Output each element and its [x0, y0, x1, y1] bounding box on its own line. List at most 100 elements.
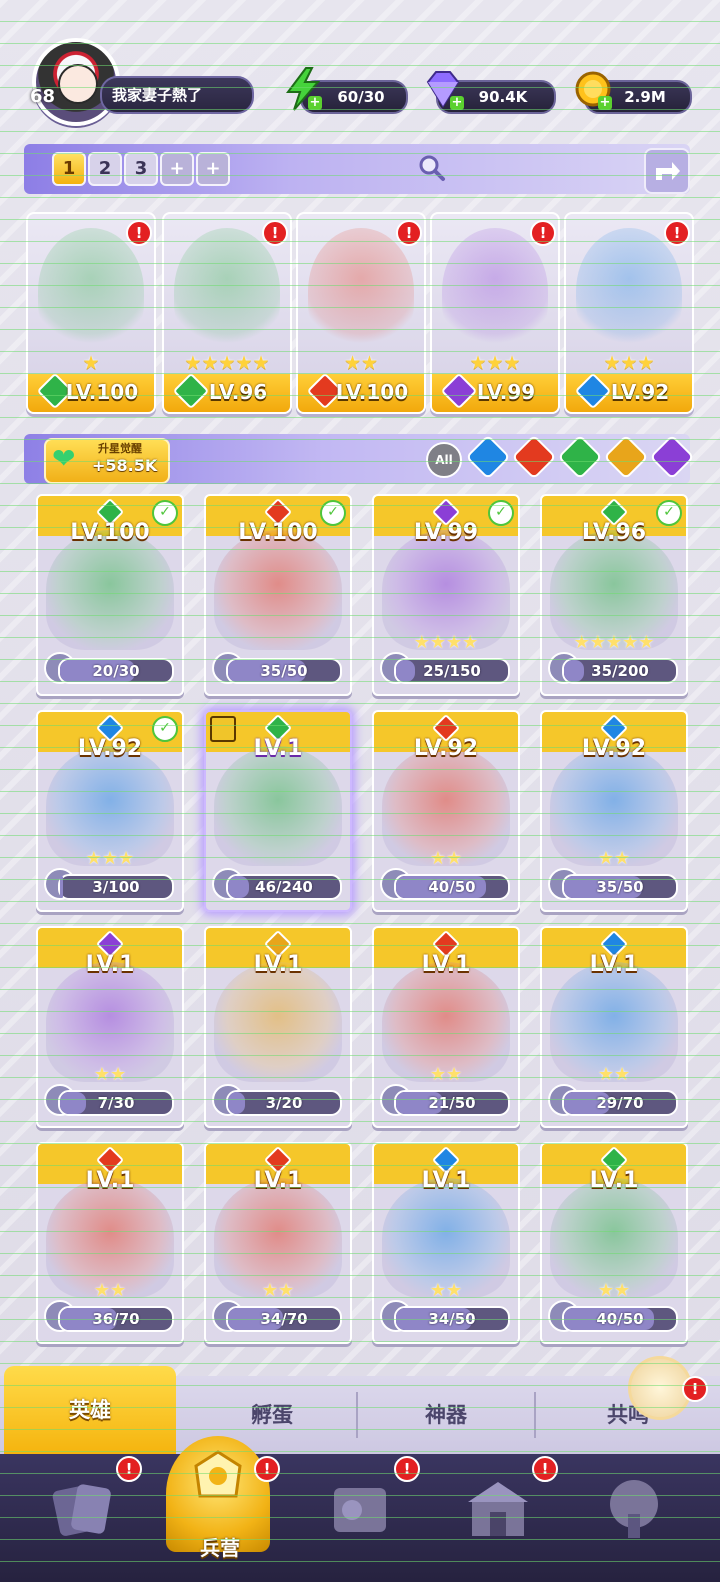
owned-check-icon: ✓	[152, 716, 178, 742]
team-card-level: LV.99	[476, 380, 536, 404]
star-rating: ★★★	[469, 352, 521, 374]
shard-count: 35/200	[591, 662, 649, 680]
shard-count: 25/150	[423, 662, 481, 680]
hero-card[interactable]: LV.1 ★★ 29/70	[540, 926, 688, 1128]
hero-card[interactable]: LV.99 ★★★★ 25/150 ✓	[372, 494, 520, 696]
nav-tree[interactable]	[594, 1470, 674, 1550]
hero-card[interactable]: LV.1 ★★ 34/50	[372, 1142, 520, 1344]
diamond-plus-icon[interactable]: +	[450, 96, 464, 110]
hero-card[interactable]: LV.1 ★★ 34/70	[204, 1142, 352, 1344]
shard-progress: 40/50	[562, 1306, 678, 1332]
hero-card[interactable]: LV.1 ★★ 7/30	[36, 926, 184, 1128]
team-card-level: LV.100	[335, 380, 409, 404]
hero-card[interactable]: LV.100 35/50 ✓	[204, 494, 352, 696]
hero-card[interactable]: LV.1 46/240	[204, 710, 352, 912]
shard-progress: 20/30	[58, 658, 174, 684]
awaken-value: +58.5K	[92, 456, 158, 475]
player-name: 我家妻子熱了	[112, 86, 203, 104]
team-card-level: LV.92	[610, 380, 670, 404]
tree-icon	[610, 1480, 658, 1538]
star-rating: ★★	[597, 1064, 631, 1085]
hero-portrait	[214, 962, 342, 1082]
owned-check-icon: ✓	[656, 500, 682, 526]
team-tab-add-1[interactable]: +	[160, 152, 194, 186]
shard-progress: 7/30	[58, 1090, 174, 1116]
hero-card[interactable]: LV.92 ★★ 40/50	[372, 710, 520, 912]
shard-progress: 40/50	[394, 874, 510, 900]
heart-icon: ❤	[52, 442, 76, 475]
shard-count: 21/50	[428, 1094, 476, 1112]
shard-count: 46/240	[255, 878, 313, 896]
hero-level: LV.92	[413, 736, 479, 761]
diamond-value: 90.4K	[478, 88, 528, 106]
hero-level: LV.1	[589, 1168, 639, 1193]
star-rating: ★★★★★	[184, 352, 270, 374]
gold-plus-icon[interactable]: +	[598, 96, 612, 110]
hero-level: LV.1	[85, 1168, 135, 1193]
shard-progress: 21/50	[394, 1090, 510, 1116]
hero-portrait	[308, 228, 414, 354]
shard-progress: 29/70	[562, 1090, 678, 1116]
star-rating: ★★	[343, 352, 379, 374]
shard-count: 34/50	[428, 1310, 476, 1328]
share-button[interactable]	[644, 148, 690, 194]
owned-check-icon: ✓	[320, 500, 346, 526]
hero-level: LV.1	[421, 1168, 471, 1193]
shard-progress: 36/70	[58, 1306, 174, 1332]
team-tab-add-2[interactable]: +	[196, 152, 230, 186]
star-rating: ★★★★	[413, 632, 479, 653]
barracks-icon	[194, 1450, 242, 1498]
nav-scroll-alert-icon: !	[394, 1456, 420, 1482]
hero-card[interactable]: LV.1 ★★ 21/50	[372, 926, 520, 1128]
shard-progress: 25/150	[394, 658, 510, 684]
nav-cards-alert-icon: !	[116, 1456, 142, 1482]
nav-cards[interactable]	[44, 1470, 124, 1550]
shard-count: 35/50	[596, 878, 644, 896]
team-tab-2[interactable]: 2	[88, 152, 122, 186]
tab-artifacts[interactable]: 神器	[358, 1376, 534, 1454]
shard-count: 40/50	[428, 878, 476, 896]
shard-count: 20/30	[92, 662, 140, 680]
hero-level: LV.1	[253, 1168, 303, 1193]
nav-barracks-alert-icon: !	[254, 1456, 280, 1482]
shard-count: 7/30	[97, 1094, 135, 1112]
hero-card[interactable]: LV.1 ★★ 36/70	[36, 1142, 184, 1344]
resonance-alert-icon: !	[682, 1376, 708, 1402]
shard-count: 36/70	[92, 1310, 140, 1328]
nav-gate-alert-icon: !	[532, 1456, 558, 1482]
shard-count: 35/50	[260, 662, 308, 680]
shard-progress: 34/50	[394, 1306, 510, 1332]
search-icon[interactable]	[416, 152, 446, 182]
team-tab-3[interactable]: 3	[124, 152, 158, 186]
star-rating: ★★★★★	[573, 632, 655, 653]
hero-level: LV.1	[85, 952, 135, 977]
hero-card[interactable]: LV.92 ★★ 35/50	[540, 710, 688, 912]
star-rating: ★★	[261, 1280, 295, 1301]
hero-level: LV.1	[253, 952, 303, 977]
star-rating: ★★★	[603, 352, 655, 374]
hero-card[interactable]: LV.100 20/30 ✓	[36, 494, 184, 696]
hero-card[interactable]: LV.1 ★★ 40/50	[540, 1142, 688, 1344]
hero-portrait	[576, 228, 682, 354]
shard-progress: 46/240	[226, 874, 342, 900]
top-bar: 我家妻子熱了 68 60/30 + 90.4K + 2.9M +	[0, 0, 720, 130]
energy-plus-icon[interactable]: +	[308, 96, 322, 110]
team-tab-1[interactable]: 1	[52, 152, 86, 186]
hero-card[interactable]: LV.1 3/20	[204, 926, 352, 1128]
nav-scroll-map[interactable]	[320, 1470, 400, 1550]
cards-icon	[52, 1484, 111, 1536]
filter-all-button[interactable]: All	[426, 442, 462, 478]
gold-value: 2.9M	[624, 88, 666, 106]
nav-gate[interactable]	[458, 1470, 538, 1550]
owned-check-icon: ✓	[488, 500, 514, 526]
share-icon	[656, 162, 680, 180]
tab-heroes[interactable]: 英雄	[4, 1366, 176, 1454]
hero-card[interactable]: LV.96 ★★★★★ 35/200 ✓	[540, 494, 688, 696]
hero-card[interactable]: LV.92 ★★★ 3/100 ✓	[36, 710, 184, 912]
shard-progress: 35/50	[562, 874, 678, 900]
shard-progress: 34/70	[226, 1306, 342, 1332]
team-card-alert-icon: !	[530, 220, 556, 246]
awaken-label: 升星觉醒	[98, 442, 142, 455]
player-level: 68	[30, 86, 56, 107]
shard-count: 3/20	[265, 1094, 303, 1112]
